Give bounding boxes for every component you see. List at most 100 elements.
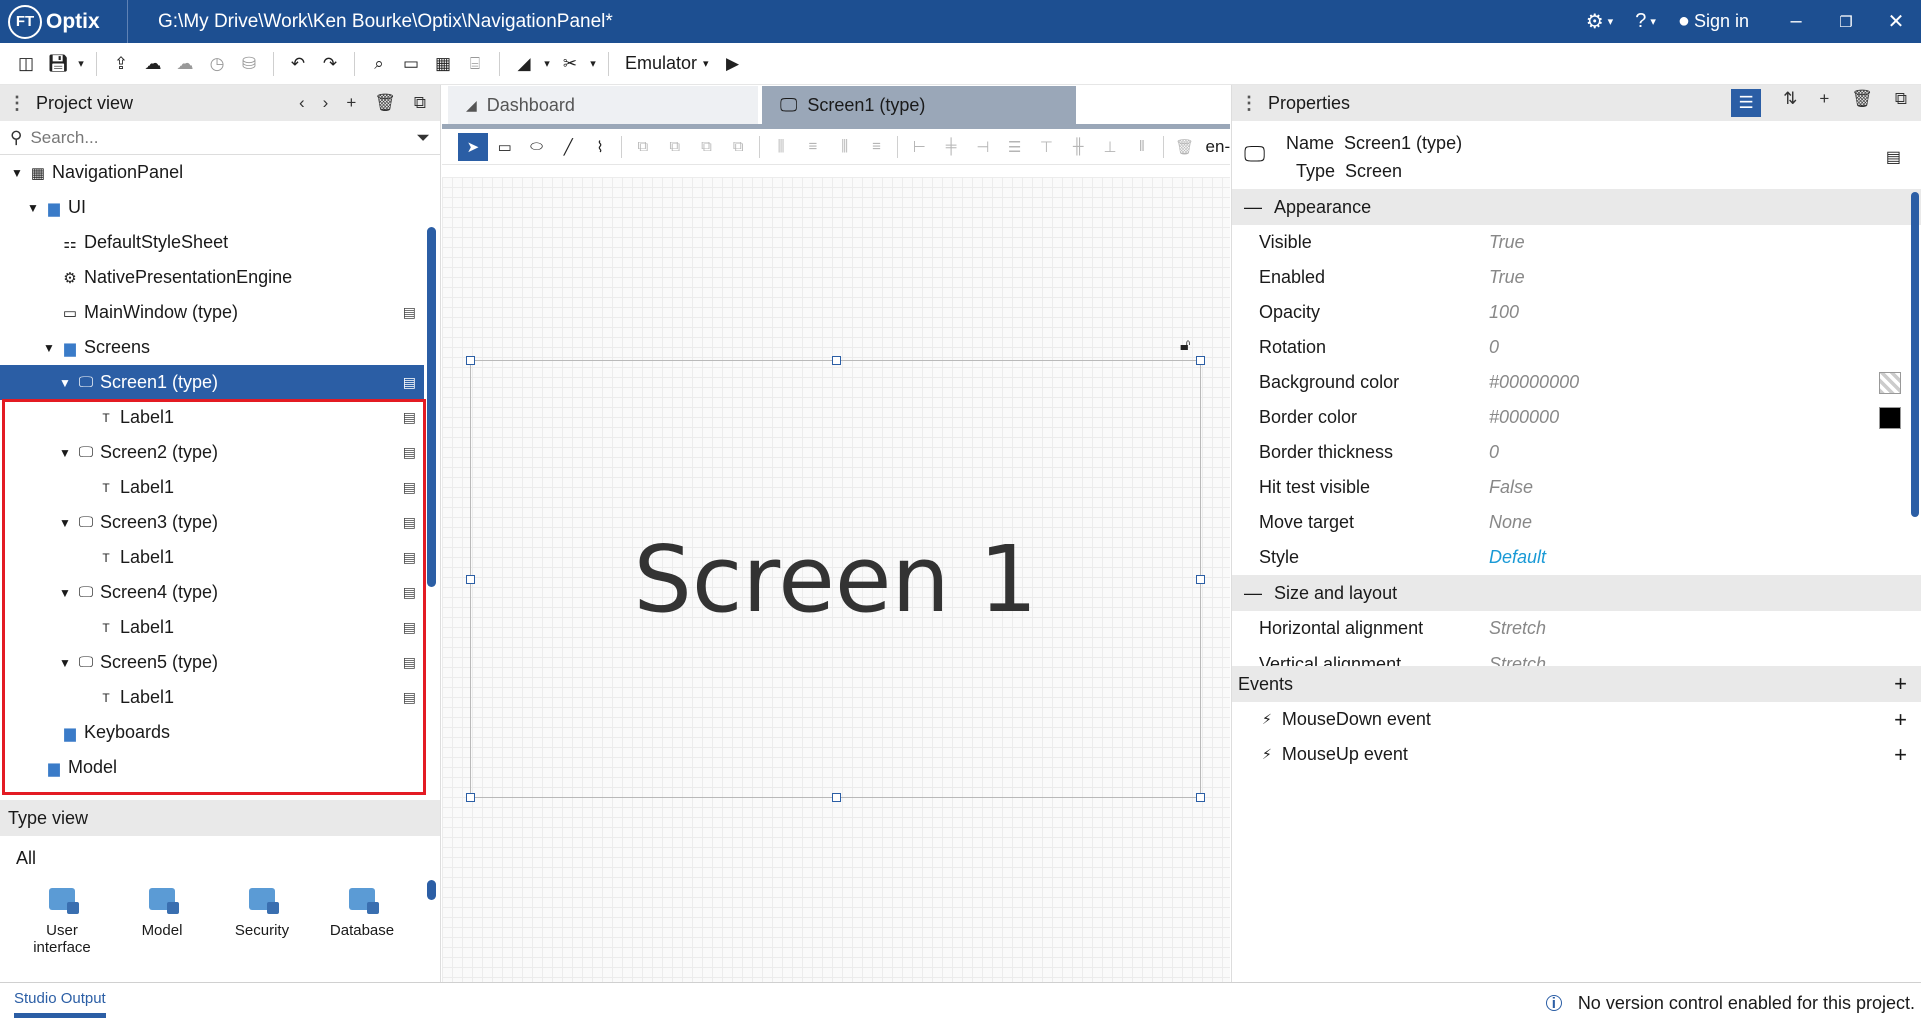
tree-item-model[interactable]: ▆ Model xyxy=(0,750,424,785)
undo-icon[interactable]: ↶ xyxy=(282,49,314,79)
ellipse-tool-icon[interactable]: ⬭ xyxy=(522,133,552,161)
screen-label[interactable]: Screen 1 xyxy=(471,361,1200,797)
property-visible[interactable]: Visible True xyxy=(1232,225,1921,260)
property-value[interactable]: True xyxy=(1489,232,1525,253)
align-center-icon[interactable]: ╪ xyxy=(936,133,966,161)
type-view-filter[interactable]: All xyxy=(0,836,440,880)
tree-item-label1[interactable]: T Label1 ▤ xyxy=(0,470,424,505)
distribute-icon[interactable]: ⫼ xyxy=(830,133,860,161)
layout-icon[interactable]: ◫ xyxy=(10,49,42,79)
tree-item-screen1[interactable]: ▼ 🖵︎ Screen1 (type) ▤ xyxy=(0,365,424,400)
resize-handle[interactable] xyxy=(466,575,475,584)
align-top-icon[interactable]: ⊤ xyxy=(1032,133,1062,161)
locale-selector[interactable]: en- xyxy=(1206,137,1231,157)
search-icon[interactable]: ⌕ xyxy=(363,49,395,79)
edit-type-icon[interactable]: ▤ xyxy=(403,549,416,566)
property-vertical-alignment[interactable]: Vertical alignment Stretch xyxy=(1232,646,1921,666)
property-value[interactable]: True xyxy=(1489,267,1525,288)
tree-item-defaultstylesheet[interactable]: ⚏ DefaultStyleSheet xyxy=(0,225,424,260)
distribute-icon[interactable]: ⫼ xyxy=(766,133,796,161)
resize-handle[interactable] xyxy=(832,356,841,365)
cloud-icon[interactable]: ☁ xyxy=(169,49,201,79)
edit-type-icon[interactable]: ▤ xyxy=(403,584,416,601)
distribute-icon[interactable]: ≡ xyxy=(862,133,892,161)
chevron-down-icon[interactable]: ▾ xyxy=(586,49,600,79)
group-icon[interactable]: ⧉ xyxy=(628,133,658,161)
property-background-color[interactable]: Background color #00000000 xyxy=(1232,365,1921,400)
unlock-icon[interactable]: 🔓︎ xyxy=(1180,337,1190,355)
delete-icon[interactable]: 🗑︎ xyxy=(1851,89,1873,117)
align-bottom-icon[interactable]: ⊥ xyxy=(1095,133,1125,161)
edit-type-icon[interactable]: ▤ xyxy=(403,514,416,531)
collapse-icon[interactable]: — xyxy=(1244,583,1262,604)
property-value[interactable]: 0 xyxy=(1489,442,1499,463)
polyline-tool-icon[interactable]: ⌇ xyxy=(585,133,615,161)
event-mouseup[interactable]: ⚡︎ MouseUp event + xyxy=(1232,737,1921,772)
resize-handle[interactable] xyxy=(466,793,475,802)
edit-type-icon[interactable]: ▤ xyxy=(403,654,416,671)
chevron-down-icon[interactable]: ▼ xyxy=(58,656,72,670)
add-icon[interactable]: + xyxy=(346,93,356,113)
properties-scrollbar[interactable] xyxy=(1911,192,1919,517)
edit-type-icon[interactable]: ▤ xyxy=(403,374,416,391)
copy-icon[interactable]: ⧉ xyxy=(1895,89,1907,117)
type-item-user-interface[interactable]: User interface xyxy=(12,880,112,956)
studio-output-tab[interactable]: Studio Output xyxy=(14,988,106,1018)
tools-icon[interactable]: ✂ xyxy=(554,49,586,79)
tree-item-screen3[interactable]: ▼ 🖵︎ Screen3 (type) ▤ xyxy=(0,505,424,540)
export-icon[interactable]: ⇪ xyxy=(105,49,137,79)
property-value[interactable]: 100 xyxy=(1489,302,1519,323)
align-right-icon[interactable]: ⊣ xyxy=(968,133,998,161)
library-icon[interactable]: ▦ xyxy=(427,49,459,79)
property-horizontal-alignment[interactable]: Horizontal alignment Stretch xyxy=(1232,611,1921,646)
edit-type-icon[interactable]: ▤ xyxy=(1886,147,1901,167)
ungroup-icon[interactable]: ⧉ xyxy=(723,133,753,161)
tree-item-navigationpanel[interactable]: ▼ ▦ NavigationPanel xyxy=(0,155,424,190)
tree-item-label1[interactable]: T Label1 ▤ xyxy=(0,540,424,575)
close-button[interactable]: ✕ xyxy=(1871,9,1921,34)
type-item-model[interactable]: Model xyxy=(112,880,212,956)
edit-type-icon[interactable]: ▤ xyxy=(403,409,416,426)
filter-icon[interactable]: ⏷ xyxy=(416,128,430,148)
collapse-icon[interactable]: — xyxy=(1244,197,1262,218)
resize-handle[interactable] xyxy=(832,793,841,802)
edit-type-icon[interactable]: ▤ xyxy=(403,689,416,706)
property-value[interactable]: Stretch xyxy=(1489,618,1546,639)
rectangle-tool-icon[interactable]: ▭ xyxy=(490,133,520,161)
add-icon[interactable]: + xyxy=(1819,89,1829,117)
sign-in-button[interactable]: ● Sign in xyxy=(1678,10,1749,33)
drag-handle-icon[interactable]: ⋮ xyxy=(8,93,26,114)
resize-handle[interactable] xyxy=(466,356,475,365)
property-enabled[interactable]: Enabled True xyxy=(1232,260,1921,295)
type-item-security[interactable]: Security xyxy=(212,880,312,956)
delete-icon[interactable]: 🗑︎ xyxy=(374,93,396,113)
property-border-thickness[interactable]: Border thickness 0 xyxy=(1232,435,1921,470)
edit-type-icon[interactable]: ▤ xyxy=(403,304,416,321)
align-left-icon[interactable]: ⊢ xyxy=(904,133,934,161)
chevron-down-icon[interactable]: ▼ xyxy=(58,516,72,530)
tree-item-mainwindow[interactable]: ▭ MainWindow (type) ▤ xyxy=(0,295,424,330)
select-tool-icon[interactable]: ➤ xyxy=(458,132,488,161)
delete-icon[interactable]: 🗑︎ xyxy=(1170,133,1200,161)
property-value-link[interactable]: Default xyxy=(1489,547,1546,568)
type-item-database[interactable]: Database xyxy=(312,880,412,956)
property-opacity[interactable]: Opacity 100 xyxy=(1232,295,1921,330)
arrange-icon[interactable]: ⧉ xyxy=(692,133,722,161)
search-input[interactable]: Search... xyxy=(30,128,98,148)
save-icon[interactable]: 💾︎ xyxy=(42,49,74,79)
property-move-target[interactable]: Move target None xyxy=(1232,505,1921,540)
database-icon[interactable]: ⛁ xyxy=(233,49,265,79)
chevron-down-icon[interactable]: ▼ xyxy=(58,586,72,600)
event-mousedown[interactable]: ⚡︎ MouseDown event + xyxy=(1232,702,1921,737)
property-rotation[interactable]: Rotation 0 xyxy=(1232,330,1921,365)
color-swatch-transparent[interactable] xyxy=(1879,371,1901,394)
redo-icon[interactable]: ↷ xyxy=(314,49,346,79)
appearance-section[interactable]: — Appearance xyxy=(1232,189,1921,225)
resize-handle[interactable] xyxy=(1196,356,1205,365)
tab-dashboard[interactable]: ◢ Dashboard xyxy=(448,86,758,124)
resize-handle[interactable] xyxy=(1196,575,1205,584)
property-hit-test-visible[interactable]: Hit test visible False xyxy=(1232,470,1921,505)
name-value[interactable]: Screen1 (type) xyxy=(1344,133,1462,154)
size-layout-section[interactable]: — Size and layout xyxy=(1232,575,1921,611)
tree-item-keyboards[interactable]: ▆ Keyboards xyxy=(0,715,424,750)
